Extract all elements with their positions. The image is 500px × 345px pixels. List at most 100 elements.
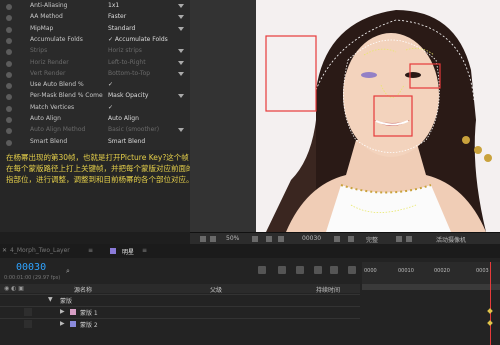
fx-property-value[interactable]: 1x1 [108, 2, 119, 9]
resolution-select[interactable]: 完整 [366, 235, 378, 244]
stopwatch-icon[interactable] [6, 117, 12, 123]
column-parent[interactable]: 父级 [210, 285, 222, 294]
visibility-toggle[interactable] [24, 308, 32, 316]
stopwatch-icon[interactable] [6, 94, 12, 101]
time-ruler[interactable]: 0000 00010 00020 0003 [362, 262, 500, 284]
column-duration[interactable]: 持续时间 [316, 285, 340, 294]
shy-layers-icon[interactable] [296, 266, 304, 274]
dropdown-arrow-icon[interactable] [178, 26, 184, 31]
fx-property-label: Match Vertices [30, 103, 75, 111]
zoom-select[interactable]: 50% [226, 235, 239, 242]
fx-property-row[interactable]: Horiz Render Left-to-Right [0, 58, 190, 70]
mask-name: 蒙版 1 [80, 310, 98, 317]
fx-property-value[interactable]: Horiz strips [108, 47, 142, 54]
draft-3d-icon[interactable] [278, 266, 286, 274]
dropdown-arrow-icon[interactable] [178, 49, 184, 54]
fx-property-label: Auto Align [30, 115, 61, 122]
motion-blur-icon[interactable] [330, 266, 338, 274]
fx-property-value[interactable]: Smart Blend [108, 138, 145, 145]
current-time-sub: 0:00:01:00 (29.97 fps) [4, 275, 61, 281]
mask-color-swatch [70, 309, 76, 315]
fx-property-row[interactable]: Auto Align Method Basic (smoother) [0, 125, 190, 137]
fx-property-label: MipMap [30, 24, 54, 32]
tab-menu-icon-2[interactable]: ≡ [142, 247, 147, 254]
stopwatch-icon[interactable] [6, 60, 12, 67]
snapshot-icon[interactable] [266, 236, 272, 242]
fx-property-row[interactable]: Strips Horiz strips [0, 46, 190, 58]
group-label: 蒙版 [60, 298, 73, 305]
ruler-tick: 0000 [364, 268, 377, 274]
visibility-toggle[interactable] [24, 320, 32, 328]
tab-menu-icon[interactable]: ≡ [88, 247, 93, 254]
grid-icon[interactable] [252, 236, 258, 242]
current-time-indicator[interactable] [490, 262, 491, 345]
layer-row[interactable]: ▶ 蒙版 1 [0, 306, 360, 318]
color-icon[interactable] [348, 236, 354, 242]
dropdown-arrow-icon[interactable] [178, 128, 184, 133]
dropdown-arrow-icon[interactable] [178, 71, 184, 76]
comp-mini-flowchart-icon[interactable] [258, 266, 266, 274]
stopwatch-icon[interactable] [6, 15, 12, 22]
dropdown-arrow-icon[interactable] [178, 4, 184, 8]
fx-property-row[interactable]: Accumulate Folds ✓ Accumulate Folds [0, 35, 190, 47]
column-source-name[interactable]: 源名称 [74, 285, 92, 294]
disclosure-triangle-icon[interactable]: ▼ [48, 296, 53, 303]
layer-row[interactable]: ▶ 蒙版 2 [0, 318, 360, 330]
fx-property-row[interactable]: Vert Render Bottom-to-Top [0, 69, 190, 81]
dropdown-arrow-icon[interactable] [178, 60, 184, 65]
fx-property-value[interactable]: ✓ [108, 104, 113, 111]
effect-controls-panel: Anti-Aliasing 1x1 AA Method Faster MipMap Sta… [0, 0, 191, 150]
graph-editor-icon[interactable] [348, 266, 356, 274]
fx-property-row[interactable]: Match Vertices ✓ [0, 103, 190, 115]
fx-property-row[interactable]: Use Auto Blend % ✓ [0, 80, 190, 92]
always-preview-icon[interactable] [200, 236, 206, 242]
viewer-timecode[interactable]: 00030 [302, 235, 321, 242]
dropdown-arrow-icon[interactable] [178, 94, 184, 99]
fx-property-row[interactable]: AA Method Faster [0, 12, 190, 24]
fx-property-row[interactable]: Per-Mask Blend % Come Mask Opacity [0, 91, 190, 103]
expand-triangle-icon[interactable]: ▶ [60, 308, 65, 315]
tab-4-morph-two-layer[interactable]: 4_Morph_Two_Layer [10, 247, 70, 254]
search-icon[interactable]: ⌕ [66, 267, 70, 276]
caption-line-1: 在杨幂出现的第30帧，也就是打开Picture Key?这个帧 [6, 153, 189, 162]
stopwatch-icon[interactable] [6, 71, 12, 78]
channel-icon[interactable] [334, 236, 340, 242]
fx-property-value[interactable]: Faster [108, 13, 126, 20]
show-snapshot-icon[interactable] [278, 236, 284, 242]
expand-triangle-icon[interactable]: ▶ [60, 320, 65, 327]
fx-property-label: AA Method [30, 13, 63, 21]
fx-property-value[interactable]: Basic (smoother) [108, 126, 159, 133]
fx-property-value[interactable]: ✓ [108, 81, 113, 88]
dropdown-arrow-icon[interactable] [178, 15, 184, 20]
region-of-interest-icon[interactable] [396, 236, 402, 242]
stopwatch-icon[interactable] [6, 4, 12, 10]
fx-property-row[interactable]: Smart Blend Smart Blend [0, 137, 190, 149]
current-time-display[interactable]: 00030 [16, 262, 46, 273]
fx-property-row[interactable]: MipMap Standard [0, 24, 190, 36]
ruler-tick: 00020 [434, 268, 450, 274]
stopwatch-icon[interactable] [6, 26, 12, 33]
work-area-bar[interactable] [362, 284, 500, 290]
fx-property-value[interactable]: Auto Align [108, 115, 139, 122]
fx-property-value[interactable]: ✓ Accumulate Folds [108, 36, 168, 43]
stopwatch-icon[interactable] [6, 83, 12, 90]
stopwatch-icon[interactable] [6, 139, 12, 146]
transparency-grid-icon[interactable] [406, 236, 412, 242]
fx-property-value[interactable]: Standard [108, 25, 135, 32]
fx-property-value[interactable]: Mask Opacity [108, 92, 148, 99]
stopwatch-icon[interactable] [6, 128, 12, 135]
stopwatch-icon[interactable] [6, 49, 12, 56]
fx-property-row[interactable]: Anti-Aliasing 1x1 [0, 1, 190, 13]
fx-property-value[interactable]: Bottom-to-Top [108, 70, 150, 77]
close-tab-icon[interactable]: ✕ [2, 247, 7, 254]
stopwatch-icon[interactable] [6, 105, 12, 112]
fx-property-value[interactable]: Left-to-Right [108, 59, 146, 66]
stopwatch-icon[interactable] [6, 37, 12, 44]
fx-property-row[interactable]: Auto Align Auto Align [0, 114, 190, 126]
camera-select[interactable]: 活动摄像机 [436, 235, 466, 244]
frame-blending-icon[interactable] [314, 266, 322, 274]
region-icon[interactable] [210, 236, 216, 242]
caption-line-2: 在每个蒙版路径上打上关键帧，并把每个蒙版对应前面的蒙版所 [6, 164, 216, 173]
layer-group-row[interactable]: ▼ 蒙版 [0, 294, 360, 306]
tab-star-comp[interactable]: 明星 [122, 247, 134, 256]
